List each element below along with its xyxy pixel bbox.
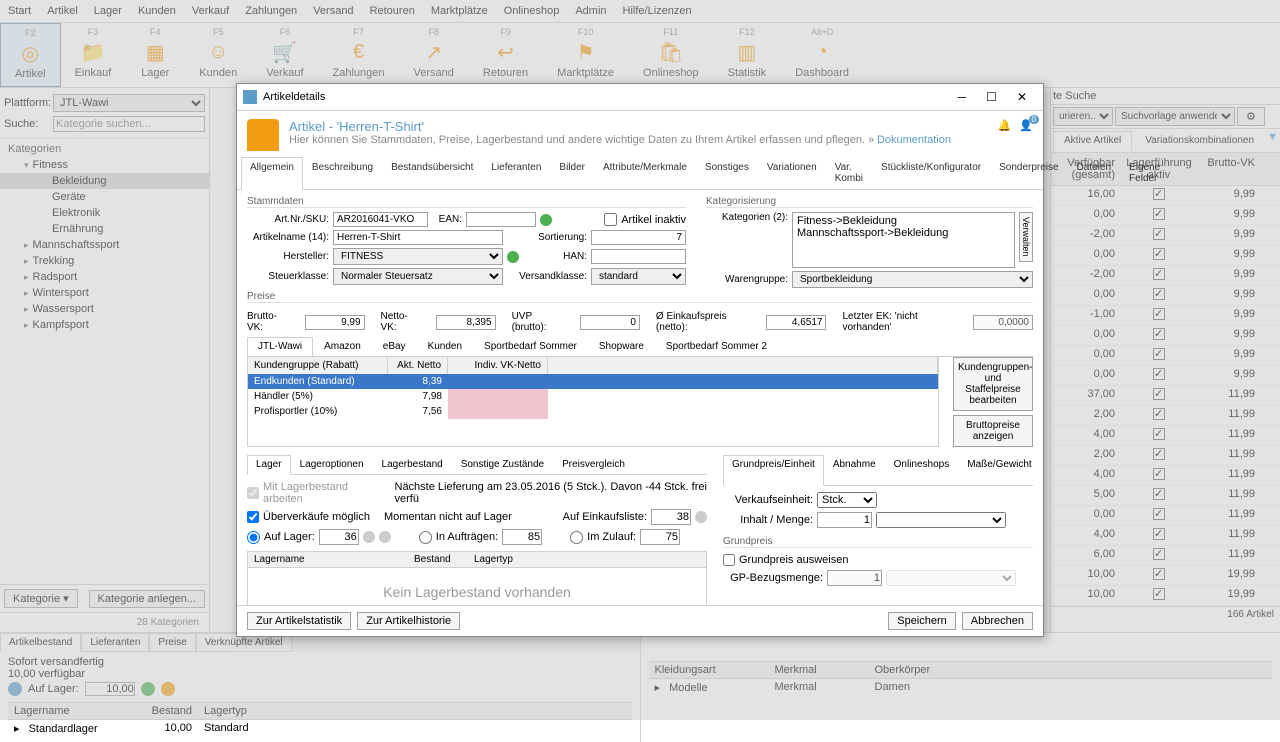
modal-tab[interactable]: Bestandsübersicht (382, 157, 482, 189)
sort-input[interactable] (591, 230, 686, 245)
modal-tab[interactable]: Lieferanten (482, 157, 550, 189)
modal-tab[interactable]: Eigene Felder (1120, 157, 1169, 189)
manage-button[interactable]: Verwalten (1019, 212, 1033, 262)
modal-tab[interactable]: Beschreibung (303, 157, 382, 189)
user-icon[interactable]: 👤0 (1019, 119, 1033, 132)
unit-select[interactable]: Stck. (817, 492, 877, 508)
detail-tab[interactable]: Maße/Gewicht (958, 455, 1040, 485)
baseprice-checkbox[interactable] (723, 554, 735, 566)
price-tab[interactable]: JTL-Wawi (247, 337, 313, 357)
tax-select[interactable]: Normaler Steuersatz (333, 268, 503, 285)
stats-button[interactable]: Zur Artikelstatistik (247, 612, 351, 630)
edit-prices-button[interactable]: Kundengruppen- und Staffelpreise bearbei… (953, 357, 1033, 411)
maximize-button[interactable]: ☐ (976, 88, 1007, 106)
modal-tab[interactable]: Dateien (1068, 157, 1120, 189)
price-tab[interactable]: Sportbedarf Sommer 2 (655, 337, 778, 356)
history-button[interactable]: Zur Artikelhistorie (357, 612, 460, 630)
detail-tab[interactable]: Abnahme (824, 455, 885, 485)
brutto-input[interactable] (305, 315, 365, 330)
inactive-checkbox[interactable] (604, 213, 617, 226)
app-icon (243, 90, 257, 104)
name-input[interactable] (333, 230, 503, 245)
add-icon[interactable] (540, 214, 552, 226)
detail-tab[interactable]: Eigene Felder (1041, 455, 1043, 485)
minimize-button[interactable]: ─ (948, 88, 977, 106)
table-row[interactable]: ▸ Standardlager 10,00 Standard (8, 720, 632, 737)
modal-tab[interactable]: Attribute/Merkmale (594, 157, 696, 189)
categories-list[interactable]: Fitness->Bekleidung Mannschaftssport->Be… (792, 212, 1015, 268)
detail-tab[interactable]: Grundpreis/Einheit (723, 455, 824, 486)
stock-tab[interactable]: Lager (247, 455, 291, 475)
modal-tab[interactable]: Sonstiges (696, 157, 758, 189)
price-row[interactable]: Profisportler (10%)7,56 (248, 404, 938, 419)
price-tab[interactable]: Sportbedarf Sommer (473, 337, 588, 356)
add-icon[interactable] (507, 251, 519, 263)
detail-tab[interactable]: Onlineshops (885, 455, 959, 485)
price-tab[interactable]: Amazon (313, 337, 372, 356)
sku-input[interactable] (333, 212, 428, 227)
modal-tab[interactable]: Bilder (550, 157, 594, 189)
tshirt-icon (247, 119, 279, 151)
netto-input[interactable] (436, 315, 496, 330)
price-tab[interactable]: Shopware (588, 337, 655, 356)
stock-tab[interactable]: Lagerbestand (373, 455, 452, 474)
bell-icon[interactable]: 🔔 (998, 119, 1012, 132)
article-details-dialog: Artikeldetails ─ ☐ ✕ Artikel - 'Herren-T… (236, 83, 1044, 637)
modal-tab[interactable]: Var. Kombi (826, 157, 872, 189)
modal-tab[interactable]: Allgemein (241, 157, 303, 190)
price-tab[interactable]: eBay (372, 337, 417, 356)
doc-link[interactable]: Dokumentation (877, 134, 951, 146)
save-button[interactable]: Speichern (888, 612, 956, 630)
cancel-button[interactable]: Abbrechen (962, 612, 1033, 630)
stock-tab[interactable]: Sonstige Zustände (452, 455, 553, 474)
show-gross-button[interactable]: Bruttopreise anzeigen (953, 415, 1033, 447)
stock-tab[interactable]: Lageroptionen (291, 455, 373, 474)
han-input[interactable] (591, 249, 686, 264)
uvp-input[interactable] (580, 315, 640, 330)
ean-input[interactable] (466, 212, 536, 227)
price-tab[interactable]: Kunden (417, 337, 473, 356)
stock-tab[interactable]: Preisvergleich (553, 455, 634, 474)
close-button[interactable]: ✕ (1007, 88, 1037, 106)
group-select[interactable]: Sportbekleidung (792, 271, 1033, 288)
price-row[interactable]: Händler (5%)7,98 (248, 389, 938, 404)
modal-tab[interactable]: Sonderpreise (990, 157, 1067, 189)
price-row[interactable]: Endkunden (Standard)8,39 (248, 374, 938, 389)
manufacturer-select[interactable]: FITNESS (333, 248, 503, 265)
ek-input[interactable] (766, 315, 826, 330)
stock-radio[interactable] (247, 531, 260, 544)
oversell-checkbox[interactable] (247, 511, 259, 523)
shipping-select[interactable]: standard (591, 268, 686, 285)
modal-tab[interactable]: Stückliste/Konfigurator (872, 157, 990, 189)
modal-tab[interactable]: Variationen (758, 157, 826, 189)
